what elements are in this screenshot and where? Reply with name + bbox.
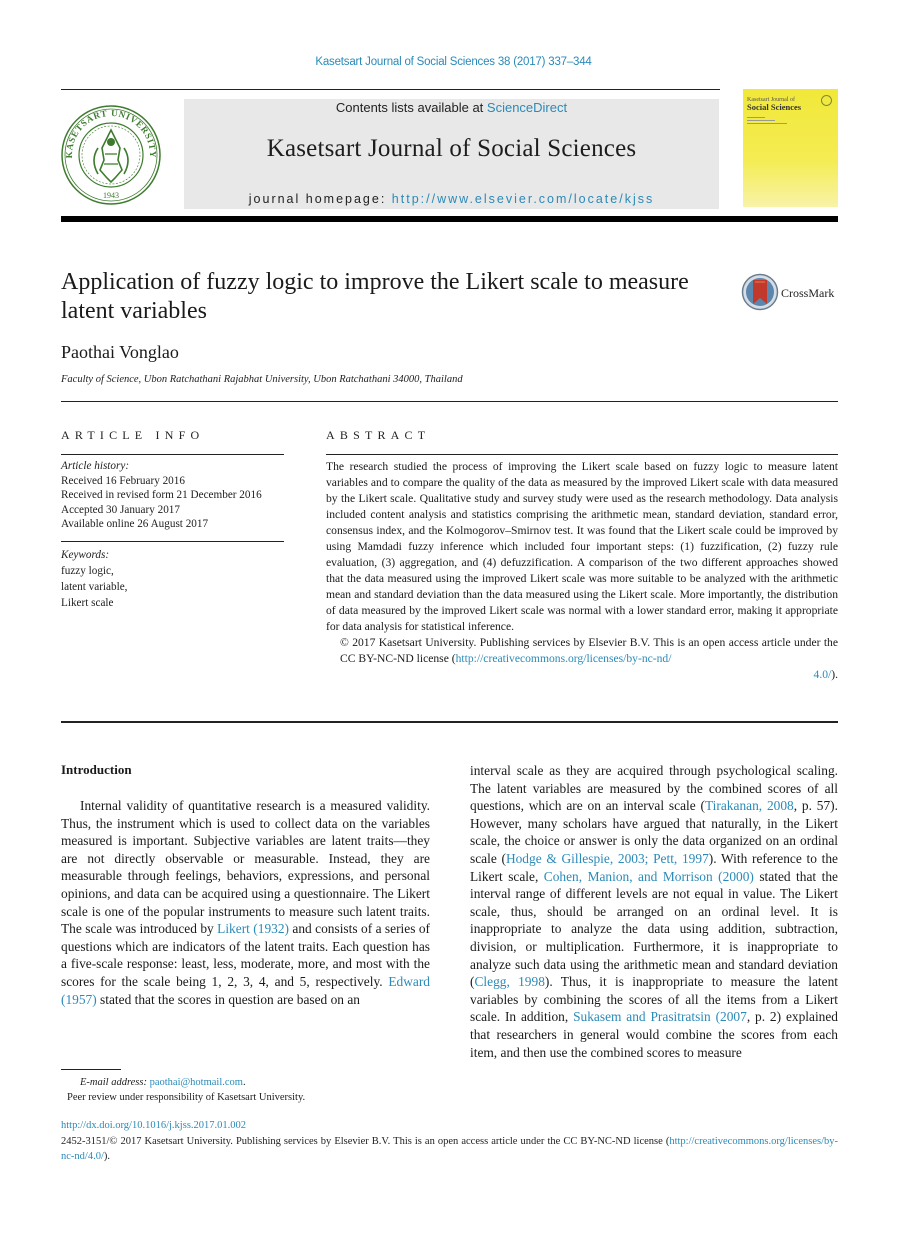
paragraph: interval scale as they are acquired thro… (470, 762, 838, 1061)
citation-link[interactable]: Hodge & Gillespie, 2003; Pett, 1997 (506, 851, 709, 866)
history-item: Accepted 30 January 2017 (61, 503, 180, 516)
footnote-rule (61, 1069, 121, 1070)
doi-link[interactable]: http://dx.doi.org/10.1016/j.kjss.2017.01… (61, 1120, 246, 1131)
university-seal-logo: KASETSART UNIVERSITY 1943 (60, 104, 162, 206)
journal-cover-thumbnail[interactable]: Kasetsart Journal of Social Sciences (743, 89, 838, 207)
keyword-item: latent variable, (61, 581, 128, 593)
svg-text:KASETSART UNIVERSITY: KASETSART UNIVERSITY (64, 108, 158, 159)
text-run: Internal validity of quantitative resear… (61, 798, 430, 937)
cover-text-line (747, 120, 775, 121)
keywords-rule (61, 541, 284, 542)
footnotes: E-mail address: paothai@hotmail.com. Pee… (61, 1075, 305, 1105)
author-affiliation: Faculty of Science, Ubon Ratchathani Raj… (61, 374, 463, 385)
license-link-tail[interactable]: 4.0/ (814, 668, 832, 681)
keyword-item: fuzzy logic, (61, 565, 114, 577)
crossmark-icon (741, 273, 779, 311)
email-suffix: . (242, 1077, 246, 1088)
article-history: Article history: Received 16 February 20… (61, 459, 262, 532)
citation-link[interactable]: Clegg, 1998 (474, 974, 544, 989)
header-rule (61, 89, 720, 90)
homepage-prefix: journal homepage: (248, 192, 392, 206)
body-column-right: interval scale as they are acquired thro… (470, 762, 838, 1061)
section-divider (61, 401, 838, 402)
cover-seal-icon (821, 95, 832, 106)
body-column-left: Internal validity of quantitative resear… (61, 797, 430, 1008)
abstract-rule (326, 454, 838, 455)
citation-link[interactable]: Sukasem and Prasitratsin (2007 (573, 1009, 747, 1024)
keywords: Keywords: fuzzy logic, latent variable, … (61, 547, 127, 611)
author-name[interactable]: Paothai Vonglao (61, 342, 179, 363)
history-item: Received 16 February 2016 (61, 474, 185, 487)
text-run: stated that the interval range of differ… (470, 868, 838, 990)
license-suffix: ). (103, 1151, 110, 1162)
history-item: Received in revised form 21 December 201… (61, 489, 262, 501)
journal-title: Kasetsart Journal of Social Sciences (266, 135, 637, 162)
crossmark-badge[interactable]: CrossMark (741, 273, 841, 313)
cover-title-line2: Social Sciences (747, 102, 802, 112)
homepage-line: journal homepage: http://www.elsevier.co… (184, 192, 719, 206)
abstract-bottom-rule (61, 721, 838, 723)
contents-prefix: Contents lists available at (335, 100, 487, 115)
abstract-heading: ABSTRACT (326, 428, 431, 442)
cover-text-line (747, 117, 765, 118)
citation-link[interactable]: Cohen, Manion, and Morrison (2000) (544, 869, 754, 884)
email-footnote: E-mail address: paothai@hotmail.com. (61, 1075, 305, 1090)
article-title: Application of fuzzy logic to improve th… (61, 269, 689, 324)
contents-line: Contents lists available at ScienceDirec… (184, 100, 719, 115)
abstract-text: The research studied the process of impr… (326, 460, 838, 633)
article-info-heading: ARTICLE INFO (61, 428, 205, 442)
paragraph: Internal validity of quantitative resear… (61, 797, 430, 1008)
journal-banner: Contents lists available at ScienceDirec… (184, 99, 719, 209)
crossmark-label: CrossMark (781, 286, 835, 300)
email-label: E-mail address: (80, 1077, 147, 1088)
citation-link[interactable]: Tirakanan, 2008 (705, 798, 794, 813)
history-label: Article history: (61, 460, 130, 472)
seal-year: 1943 (103, 191, 119, 200)
text-run: stated that the scores in question are b… (96, 991, 360, 1007)
article-info-rule (61, 454, 284, 455)
license-text: 2452-3151/© 2017 Kasetsart University. P… (61, 1136, 670, 1147)
license-link[interactable]: http://creativecommons.org/licenses/by-n… (456, 652, 672, 665)
abstract: The research studied the process of impr… (326, 459, 838, 683)
header-thick-rule (61, 216, 838, 222)
introduction-heading: Introduction (61, 762, 132, 777)
running-head[interactable]: Kasetsart Journal of Social Sciences 38 … (0, 56, 907, 68)
copyright-suffix: ). (831, 668, 838, 681)
citation-link[interactable]: Likert (1932) (217, 921, 289, 936)
keyword-item: Likert scale (61, 597, 114, 609)
seal-name: KASETSART UNIVERSITY (64, 108, 157, 159)
sciencedirect-link[interactable]: ScienceDirect (487, 100, 567, 115)
peer-review-note: Peer review under responsibility of Kase… (67, 1092, 306, 1103)
email-link[interactable]: paothai@hotmail.com (150, 1077, 243, 1088)
cover-text-line (747, 123, 787, 124)
keywords-label: Keywords: (61, 549, 110, 561)
seal-icon: KASETSART UNIVERSITY 1943 (61, 105, 161, 205)
history-item: Available online 26 August 2017 (61, 518, 209, 530)
abstract-copyright: © 2017 Kasetsart University. Publishing … (326, 635, 838, 683)
homepage-link[interactable]: http://www.elsevier.com/locate/kjss (392, 192, 654, 206)
license-footer: 2452-3151/© 2017 Kasetsart University. P… (61, 1134, 838, 1164)
